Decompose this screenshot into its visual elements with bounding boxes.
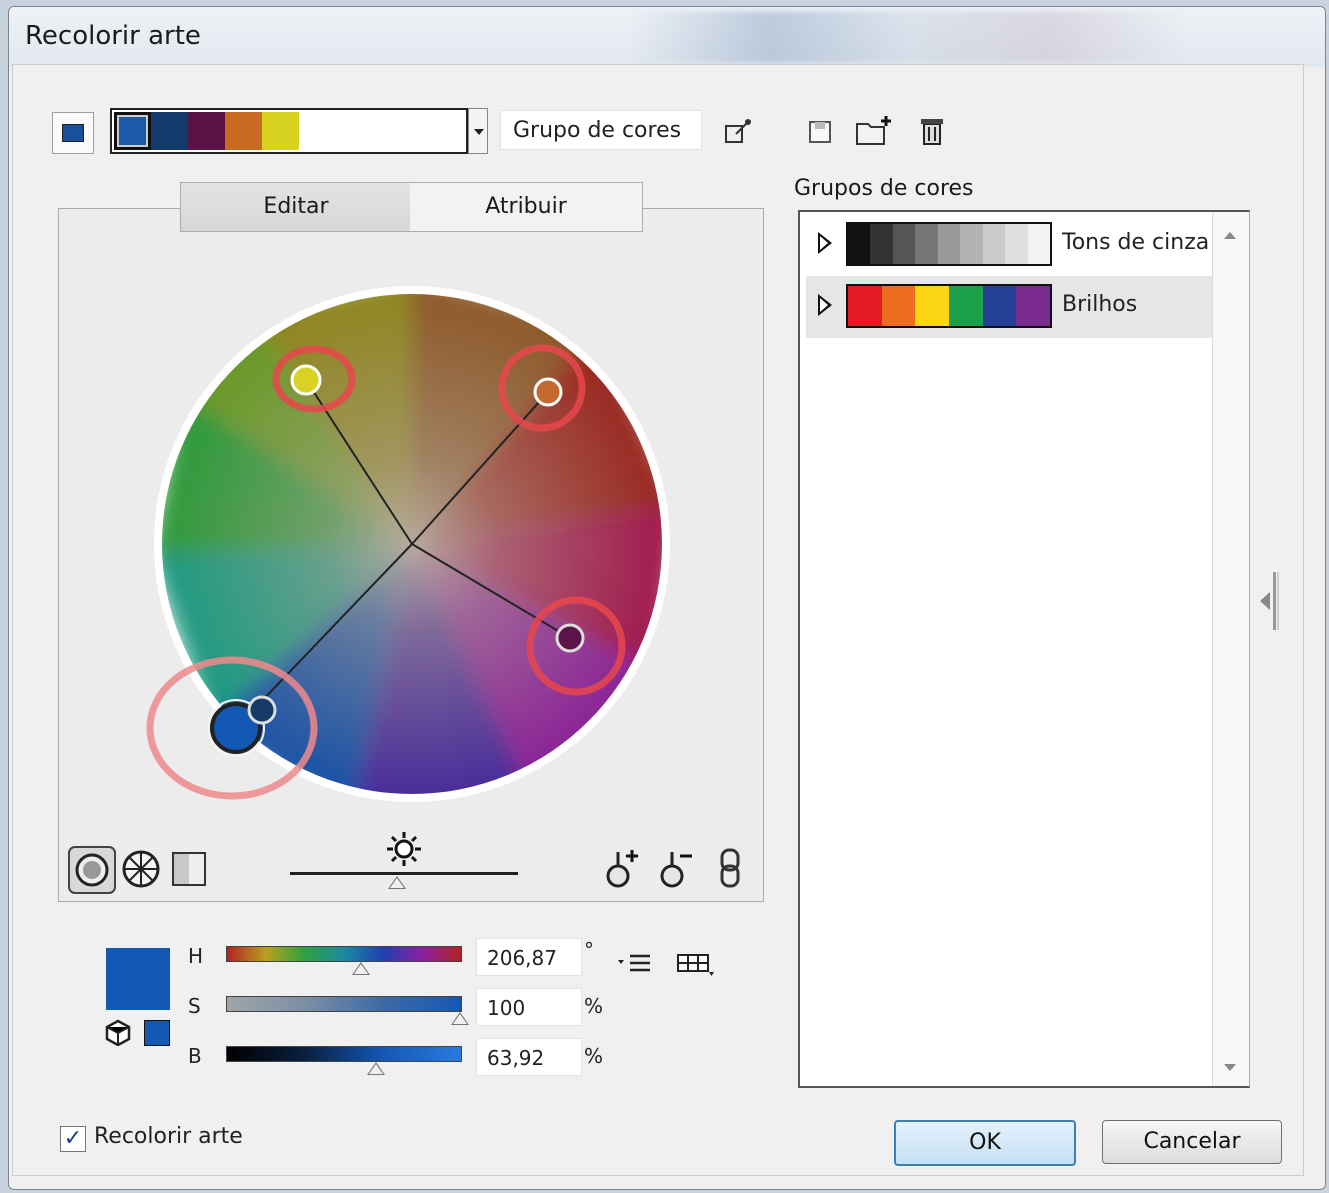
new-group-icon[interactable] [854, 114, 894, 152]
hue-unit: ° [584, 938, 594, 962]
add-color-tool-icon[interactable] [602, 846, 642, 894]
brightness-value-slider-thumb[interactable] [366, 1062, 385, 1075]
groups-scrollbar[interactable] [1212, 212, 1249, 1086]
group-color-swatch [881, 286, 916, 326]
brightness-unit: % [584, 1044, 604, 1068]
brightness-label: B [188, 1044, 202, 1068]
group-color-swatch [892, 224, 916, 264]
title-bar-background [629, 11, 1189, 63]
group-label: Brilhos [1062, 292, 1138, 317]
scroll-down-arrow-icon[interactable] [1224, 1064, 1236, 1071]
scroll-up-arrow-icon[interactable] [1224, 232, 1236, 239]
segmented-wheel-icon[interactable] [120, 848, 162, 894]
group-name-field[interactable]: Grupo de cores [500, 110, 702, 150]
saturation-unit: % [584, 994, 604, 1018]
saturation-slider-thumb[interactable] [451, 1012, 469, 1025]
group-color-swatch [1005, 224, 1028, 264]
group-swatches [846, 284, 1052, 328]
collapse-panel-icon[interactable] [1256, 568, 1282, 634]
saturation-label: S [188, 994, 201, 1018]
hue-value-field[interactable]: 206,87 [476, 938, 582, 976]
tab-assign[interactable]: Atribuir [410, 182, 643, 232]
group-color-swatch [848, 286, 882, 326]
window-title: Recolorir arte [25, 21, 201, 51]
cancel-button[interactable]: Cancelar [1102, 1120, 1282, 1164]
brightness-icon [384, 830, 424, 872]
group-color-swatch [915, 224, 938, 264]
hue-slider-track[interactable] [226, 946, 462, 962]
remove-color-tool-icon[interactable] [656, 846, 696, 894]
gamut-cube-icon[interactable] [104, 1018, 132, 1050]
web-safe-swatch[interactable] [144, 1020, 170, 1046]
color-strip-dropdown[interactable] [468, 108, 488, 154]
group-color-swatch [949, 286, 983, 326]
wheel-node-purple[interactable] [555, 623, 585, 653]
hue-label: H [188, 944, 204, 968]
delete-group-icon[interactable] [918, 114, 946, 152]
color-group-row[interactable]: Tons de cinza [806, 214, 1212, 276]
group-color-swatch [1016, 286, 1051, 326]
wheel-node-navy[interactable] [247, 695, 277, 725]
swatch-mode-button[interactable] [52, 112, 94, 154]
link-harmony-icon[interactable] [716, 848, 746, 894]
current-color-swatch [106, 948, 170, 1010]
saturation-slider-track[interactable] [226, 996, 462, 1012]
swatch-mode-icon [62, 124, 84, 142]
group-label: Tons de cinza [1062, 230, 1210, 255]
recolor-art-label: Recolorir arte [94, 1124, 243, 1149]
color-groups-list[interactable] [798, 210, 1250, 1088]
group-color-swatch [937, 224, 961, 264]
expand-triangle-icon[interactable] [818, 294, 832, 316]
eyedropper-group-icon[interactable] [722, 116, 754, 153]
brightness-slider-thumb[interactable] [388, 876, 406, 889]
title-bar[interactable]: Recolorir arte [9, 7, 1325, 67]
group-color-swatch [982, 224, 1006, 264]
wheel-node-orange[interactable] [533, 377, 563, 407]
strip-color-cell[interactable] [225, 112, 262, 150]
color-wheel[interactable] [120, 254, 720, 844]
brightness-value-field[interactable]: 63,92 [476, 1038, 582, 1076]
strip-color-cell[interactable] [114, 112, 151, 150]
smooth-wheel-icon[interactable] [68, 846, 116, 898]
tab-edit[interactable]: Editar [180, 182, 412, 232]
wheel-node-yellow[interactable] [290, 364, 322, 396]
color-groups-label: Grupos de cores [794, 176, 974, 201]
strip-color-cell[interactable] [188, 112, 225, 150]
expand-triangle-icon[interactable] [818, 232, 832, 254]
color-mode-menu-icon[interactable] [616, 952, 652, 980]
brightness-slider-track[interactable] [290, 872, 518, 875]
color-group-row-selected[interactable]: Brilhos [806, 276, 1212, 338]
group-color-swatch [982, 286, 1017, 326]
active-color-strip[interactable] [110, 108, 468, 154]
group-color-swatch [1027, 224, 1050, 264]
color-library-icon[interactable] [676, 952, 716, 982]
ok-button[interactable]: OK [894, 1120, 1076, 1166]
group-color-swatch [848, 224, 871, 264]
strip-color-cell[interactable] [151, 112, 188, 150]
hue-slider-thumb[interactable] [351, 962, 370, 975]
group-color-swatch [960, 224, 983, 264]
save-group-icon[interactable] [806, 118, 834, 150]
group-color-swatch [915, 286, 950, 326]
group-swatches [846, 222, 1052, 266]
brightness-value-slider-track[interactable] [226, 1046, 462, 1062]
color-bars-icon[interactable] [170, 850, 208, 892]
strip-color-cell[interactable] [262, 112, 299, 150]
group-color-swatch [870, 224, 893, 264]
saturation-value-field[interactable]: 100 [476, 988, 582, 1026]
recolor-art-checkbox[interactable]: ✓ [60, 1126, 86, 1152]
